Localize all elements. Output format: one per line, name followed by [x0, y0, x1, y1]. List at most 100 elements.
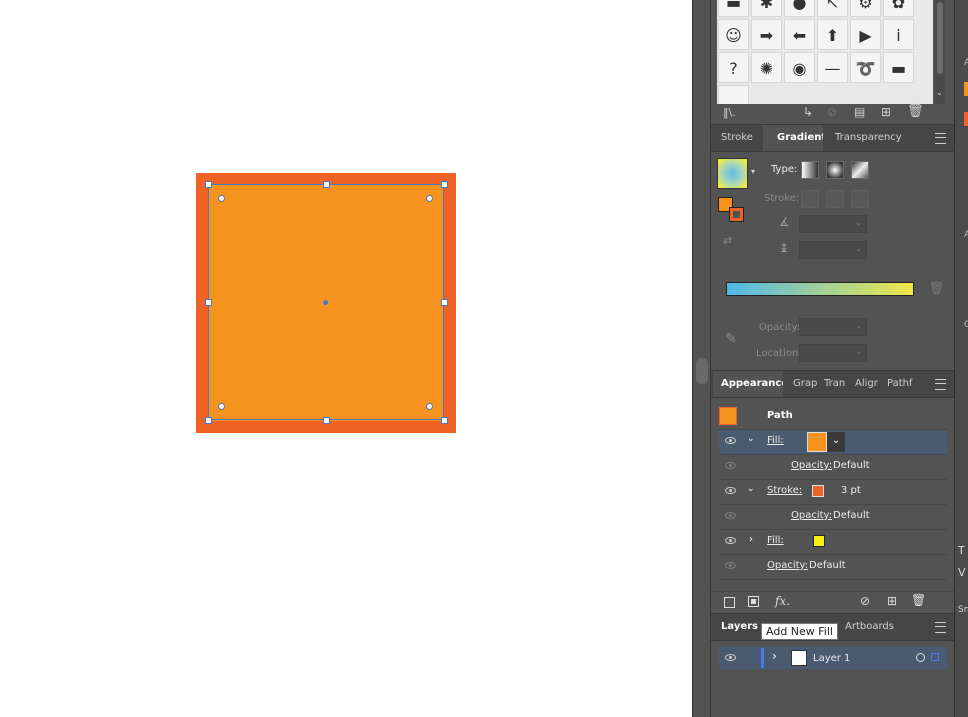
stroke-label[interactable]: Stroke:: [767, 485, 802, 496]
fill-color-swatch[interactable]: [807, 432, 827, 452]
gradient-slider[interactable]: [726, 282, 914, 296]
artboard-canvas[interactable]: [0, 0, 692, 717]
panel-collapse-strip[interactable]: [692, 0, 711, 717]
opacity-label[interactable]: Opacity:: [791, 510, 832, 521]
chevron-down-icon[interactable]: ⌄: [936, 88, 943, 97]
corner-widget-br[interactable]: [426, 403, 433, 410]
chevron-down-icon[interactable]: ⌄: [747, 434, 755, 444]
stroke-weight-value[interactable]: 3 pt: [841, 485, 861, 496]
add-new-stroke-icon[interactable]: [724, 597, 735, 608]
chevron-down-icon[interactable]: ⌄: [747, 484, 755, 494]
arrow-cursor-icon[interactable]: ↖: [817, 0, 848, 17]
tab-layers[interactable]: Layers: [721, 614, 758, 640]
delete-symbol-icon[interactable]: 🗑: [907, 104, 924, 119]
tab-artboards[interactable]: Artboards: [845, 614, 894, 640]
arrow-right-icon[interactable]: ➡: [751, 19, 782, 50]
target-icon[interactable]: [916, 653, 925, 662]
panel-menu-icon[interactable]: [935, 622, 946, 633]
tab-transparency[interactable]: Transparency: [835, 125, 902, 151]
corner-widget-tl[interactable]: [218, 195, 225, 202]
eye-icon[interactable]: [725, 654, 736, 661]
symbol-libraries-icon[interactable]: ‖\.: [723, 106, 736, 119]
duplicate-item-icon[interactable]: ⊞: [887, 594, 897, 608]
clear-appearance-icon[interactable]: ⊘: [860, 594, 870, 608]
eye-icon[interactable]: [725, 487, 736, 494]
delete-item-icon[interactable]: 🗑: [911, 593, 926, 607]
gradient-preview-swatch[interactable]: [717, 158, 748, 189]
tab-stroke[interactable]: Stroke: [721, 125, 753, 151]
orange-orb-icon[interactable]: ●: [784, 0, 815, 17]
tab-gradient[interactable]: Gradient: [763, 125, 823, 151]
blob-icon[interactable]: ✺: [751, 52, 782, 83]
question-icon[interactable]: ?: [718, 52, 749, 83]
resize-handle-bl[interactable]: [205, 417, 212, 424]
resize-handle-br[interactable]: [441, 417, 448, 424]
layer-name[interactable]: Layer 1: [813, 653, 850, 664]
panel-menu-icon[interactable]: [935, 133, 946, 144]
tab-align[interactable]: Aligr: [855, 371, 881, 397]
stop-opacity-dropdown[interactable]: ⌄: [799, 318, 867, 336]
chain-icon[interactable]: ⚙: [850, 0, 881, 17]
eye-icon[interactable]: [725, 437, 736, 444]
reverse-gradient-icon[interactable]: ⇄: [723, 234, 732, 247]
corner-widget-bl[interactable]: [218, 403, 225, 410]
collapse-handle[interactable]: [696, 358, 708, 384]
symbols-scrollbar[interactable]: ⌄: [935, 0, 945, 104]
stop-location-dropdown[interactable]: ⌄: [799, 344, 867, 362]
tab-pathfinder[interactable]: Pathf: [887, 371, 915, 397]
appearance-row-fill-opacity[interactable]: Opacity: Default: [719, 455, 947, 480]
blue-banner-icon[interactable]: ▬: [718, 0, 749, 17]
opacity-label[interactable]: Opacity:: [791, 460, 832, 471]
layer-row[interactable]: › Layer 1: [719, 647, 947, 669]
appearance-row-stroke-opacity[interactable]: Opacity: Default: [719, 505, 947, 530]
splat-icon[interactable]: ✱: [751, 0, 782, 17]
eye-icon[interactable]: [725, 537, 736, 544]
new-symbol-icon[interactable]: ⊞: [881, 105, 891, 119]
tab-transform[interactable]: Tran: [824, 371, 848, 397]
add-new-fill-icon[interactable]: [748, 596, 759, 607]
dash-icon[interactable]: —: [817, 52, 848, 83]
appearance-row-fill[interactable]: ⌄ Fill: ⌄: [719, 430, 947, 455]
aspect-ratio-dropdown[interactable]: ⌄: [799, 241, 867, 259]
resize-handle-ml[interactable]: [205, 299, 212, 306]
fill-stroke-stroke-swatch[interactable]: [729, 207, 744, 222]
eye-icon[interactable]: [725, 562, 736, 569]
fill-label[interactable]: Fill:: [767, 535, 784, 546]
flower-icon[interactable]: ✿: [883, 0, 914, 17]
swirl-icon[interactable]: ➰: [850, 52, 881, 83]
appearance-row-stroke[interactable]: ⌄ Stroke: 3 pt: [719, 480, 947, 505]
arrow-up-icon[interactable]: ⬆: [817, 19, 848, 50]
info-icon[interactable]: i: [883, 19, 914, 50]
tab-graphic-styles[interactable]: Grap: [793, 371, 817, 397]
resize-handle-tl[interactable]: [205, 181, 212, 188]
corner-widget-tr[interactable]: [426, 195, 433, 202]
appearance-row-fill-2[interactable]: › Fill:: [719, 530, 947, 555]
symbol-options-icon[interactable]: ▤: [854, 105, 865, 119]
eye-icon[interactable]: [725, 462, 736, 469]
panel-menu-icon[interactable]: [935, 379, 946, 390]
place-symbol-icon[interactable]: ↳: [803, 105, 813, 119]
stroke-color-swatch[interactable]: [812, 485, 824, 497]
play-icon[interactable]: ▶: [850, 19, 881, 50]
tab-appearance[interactable]: Appearance: [713, 371, 783, 397]
resize-handle-mr[interactable]: [441, 299, 448, 306]
face-icon[interactable]: ☺: [718, 19, 749, 50]
fx-icon[interactable]: fx.: [775, 594, 790, 608]
resize-handle-bm[interactable]: [323, 417, 330, 424]
freeform-gradient-button[interactable]: [851, 161, 869, 179]
linear-gradient-button[interactable]: [801, 161, 819, 179]
eyedropper-icon[interactable]: ✎: [725, 331, 737, 347]
opacity-label[interactable]: Opacity:: [767, 560, 808, 571]
arrow-left-icon[interactable]: ⬅: [784, 19, 815, 50]
radial-gradient-button[interactable]: [826, 161, 844, 179]
chevron-right-icon[interactable]: ›: [772, 649, 777, 663]
angle-dropdown[interactable]: ⌄: [799, 215, 867, 233]
resize-handle-tr[interactable]: [441, 181, 448, 188]
chevron-down-icon[interactable]: ▾: [751, 167, 755, 176]
selection-indicator[interactable]: [931, 653, 939, 661]
appearance-row-object-opacity[interactable]: Opacity: Default: [719, 555, 947, 580]
fill-color-swatch[interactable]: [813, 535, 825, 547]
chevron-down-icon[interactable]: ⌄: [827, 432, 845, 452]
symbol-slot[interactable]: [718, 85, 749, 104]
eye-icon[interactable]: [725, 512, 736, 519]
